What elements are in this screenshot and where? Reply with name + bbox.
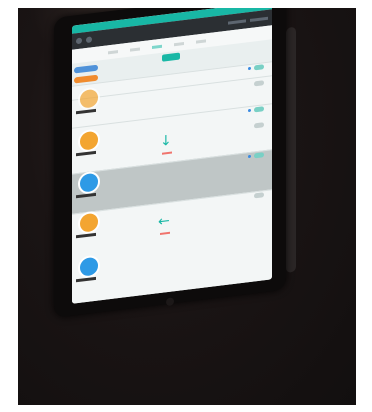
tablet-side-edge	[286, 26, 296, 274]
tab-1[interactable]	[108, 49, 118, 54]
refresh-icon[interactable]	[86, 36, 92, 44]
home-button[interactable]	[166, 297, 174, 307]
tab-5[interactable]	[196, 38, 206, 44]
photo-background: ↓ ←	[18, 8, 356, 405]
arrow-down-icon[interactable]: ↓	[160, 133, 172, 150]
tab-active[interactable]	[152, 44, 162, 49]
arrow-left-icon[interactable]: ←	[158, 213, 170, 230]
tab-2[interactable]	[130, 46, 140, 52]
tablet-screen: ↓ ←	[72, 8, 272, 304]
menu-icon[interactable]	[76, 37, 82, 45]
tab-4[interactable]	[174, 41, 184, 46]
tablet-device: ↓ ←	[54, 8, 286, 319]
toolbar-label-block	[228, 18, 246, 25]
toolbar-label-block-2	[250, 16, 268, 22]
filter-pill-blue[interactable]	[74, 64, 98, 74]
selected-chip[interactable]	[162, 52, 180, 62]
